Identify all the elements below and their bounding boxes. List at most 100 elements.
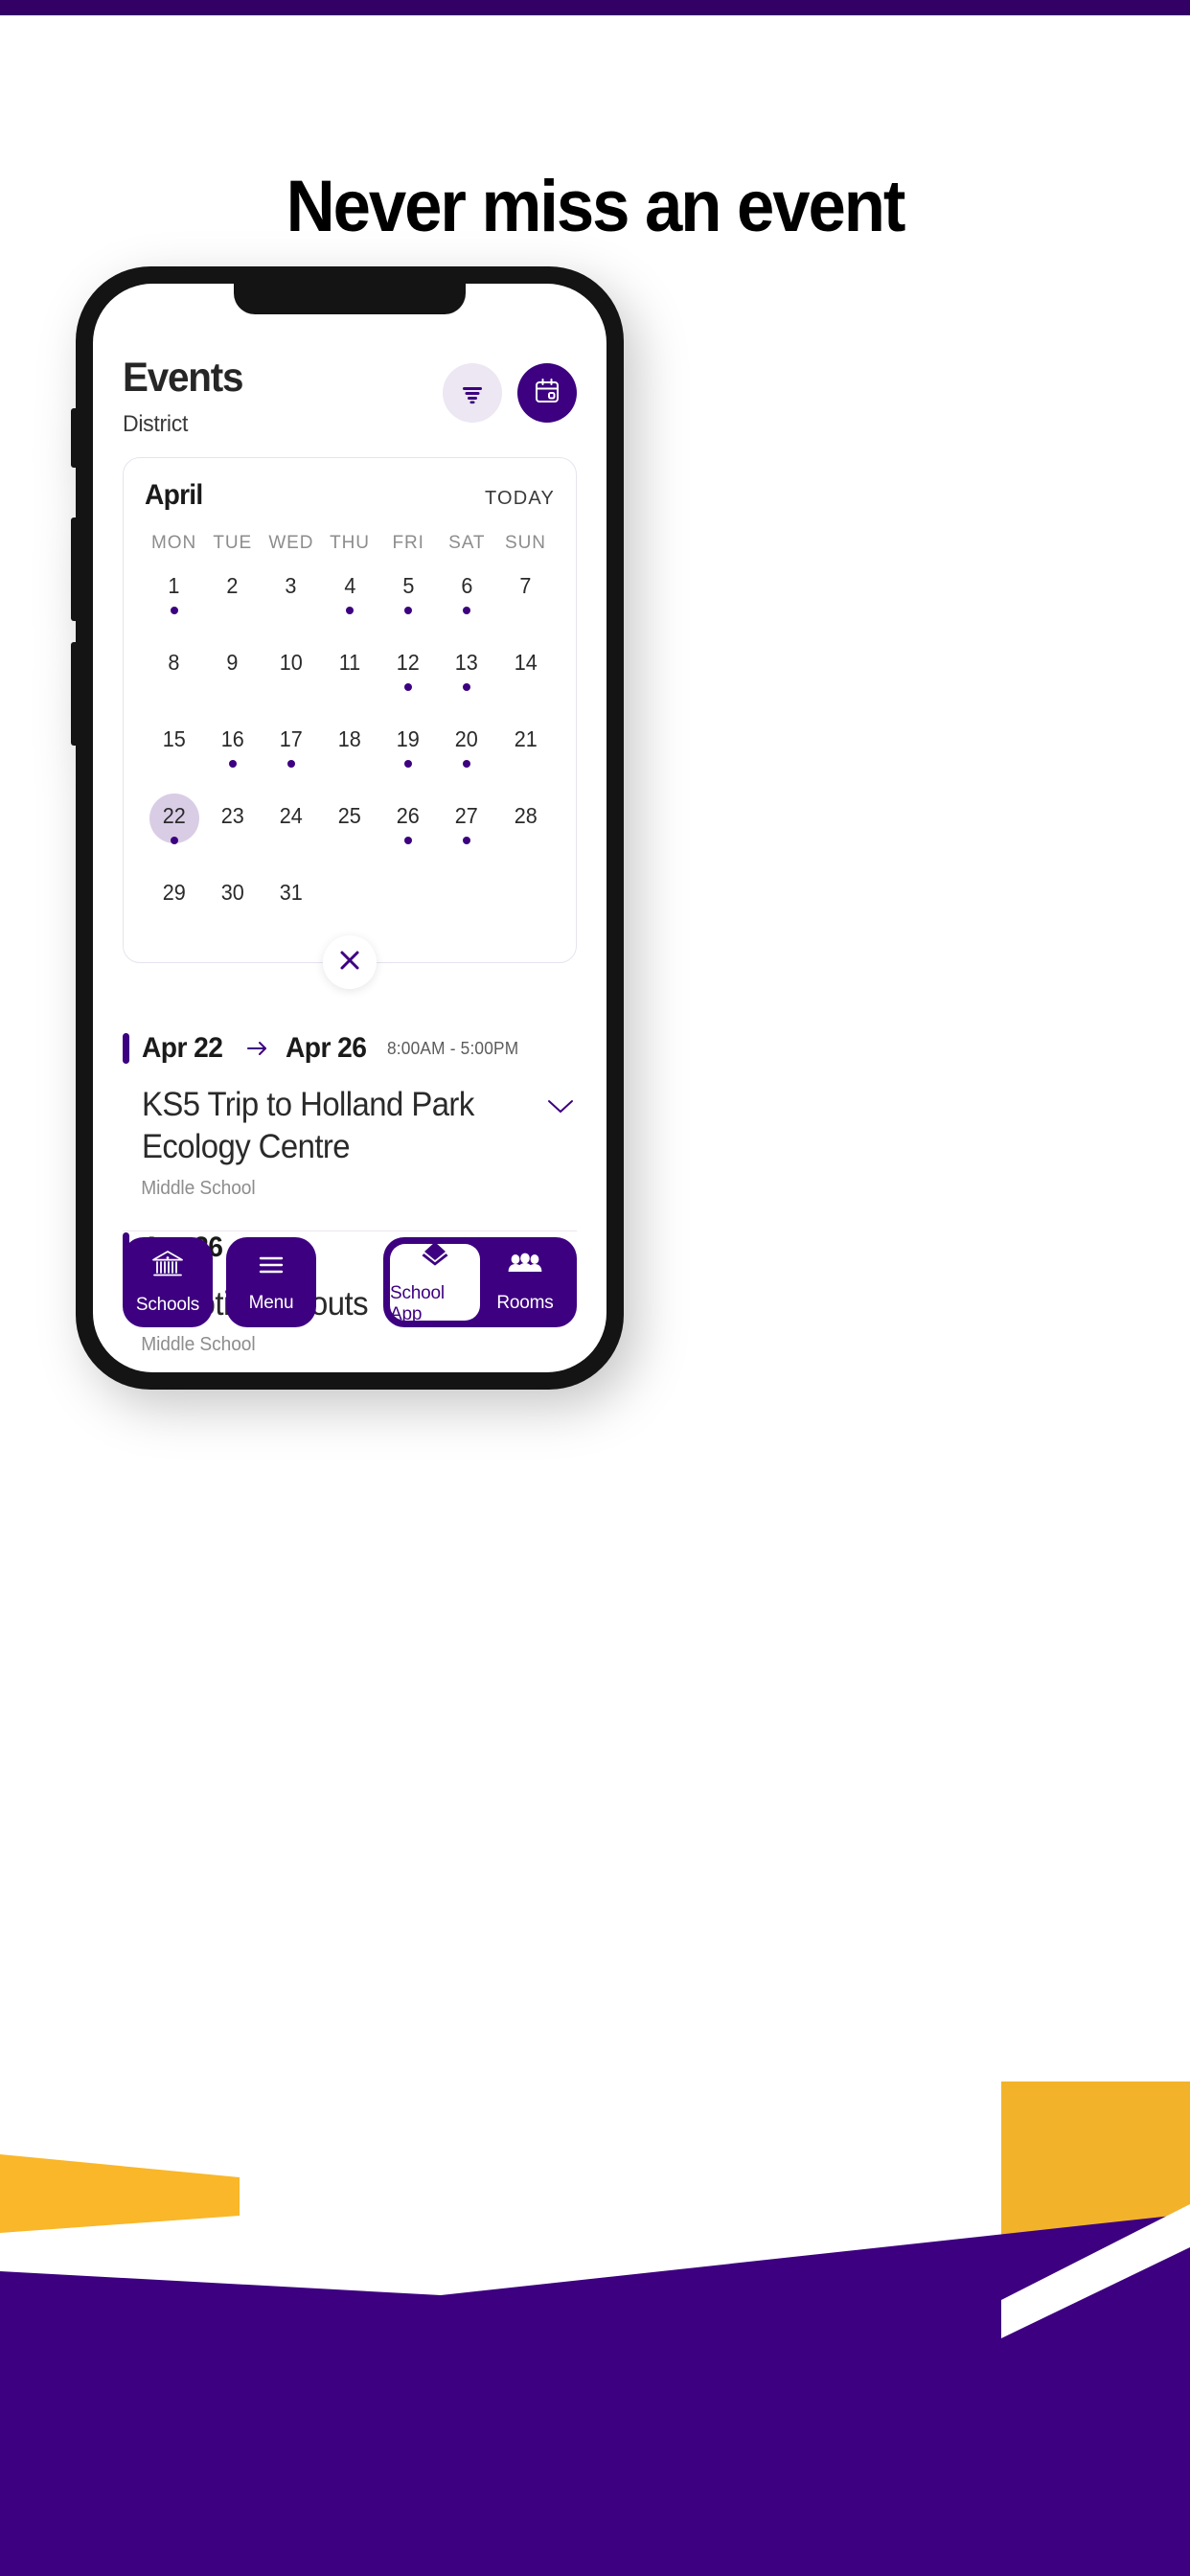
- calendar-day-number: 11: [338, 650, 361, 675]
- calendar-today-button[interactable]: TODAY: [485, 488, 555, 510]
- nav-tile-schools[interactable]: Schools: [123, 1237, 213, 1327]
- calendar-header: April TODAY: [145, 479, 555, 512]
- calendar-day-cell[interactable]: 24: [262, 799, 320, 861]
- bottom-navigation: Schools Menu School App Rooms: [123, 1237, 577, 1327]
- event-accent-bar: [123, 1033, 129, 1064]
- app-title-block: Events District: [123, 356, 250, 438]
- event-school-label: Middle School: [141, 1177, 256, 1199]
- calendar-day-cell[interactable]: 19: [379, 723, 438, 784]
- calendar-event-dot: [463, 683, 471, 691]
- event-date-start: Apr 22: [142, 1032, 223, 1064]
- calendar-day-cell[interactable]: 23: [203, 799, 262, 861]
- nav-left-group: Schools Menu: [123, 1237, 316, 1327]
- calendar-day-number: 12: [397, 650, 421, 675]
- purple-field-bottom: [0, 2214, 1190, 2576]
- calendar-day-empty: [438, 876, 496, 937]
- calendar-card: April TODAY MON TUE WED THU FRI SAT SUN …: [123, 457, 577, 989]
- calendar-day-cell[interactable]: 6: [438, 569, 496, 631]
- calendar-day-number: 15: [162, 726, 186, 751]
- chevron-down-icon[interactable]: [544, 1084, 577, 1121]
- filter-button[interactable]: [443, 363, 502, 423]
- calendar-day-cell[interactable]: 30: [203, 876, 262, 937]
- calendar-day-cell[interactable]: 15: [145, 723, 203, 784]
- calendar-day-cell[interactable]: 26: [379, 799, 438, 861]
- calendar-event-dot: [286, 760, 295, 768]
- calendar-day-cell[interactable]: 1: [145, 569, 203, 631]
- calendar-day-cell[interactable]: 16: [203, 723, 262, 784]
- calendar-day-cell[interactable]: 4: [320, 569, 378, 631]
- calendar-day-number: 26: [397, 803, 421, 828]
- calendar-day-cell[interactable]: 17: [262, 723, 320, 784]
- calendar-event-dot: [170, 607, 178, 614]
- calendar-day-cell[interactable]: 27: [438, 799, 496, 861]
- calendar-day-cell[interactable]: 14: [496, 646, 555, 707]
- calendar-close-button[interactable]: [323, 935, 377, 989]
- calendar-month-label: April: [145, 479, 203, 511]
- calendar-day-cell[interactable]: 7: [496, 569, 555, 631]
- calendar-day-cell[interactable]: 5: [379, 569, 438, 631]
- calendar-day-cell[interactable]: 2: [203, 569, 262, 631]
- calendar-day-cell[interactable]: 10: [262, 646, 320, 707]
- filter-icon: [458, 377, 487, 410]
- school-building-icon: [149, 1249, 186, 1286]
- calendar-day-cell[interactable]: 22: [145, 794, 203, 861]
- calendar-day-cell[interactable]: 18: [320, 723, 378, 784]
- weekday-label: SUN: [505, 533, 546, 553]
- calendar-event-dot: [463, 760, 471, 768]
- event-date-end: Apr 26: [285, 1032, 367, 1064]
- event-item[interactable]: Apr 22 Apr 26 8:00AM - 5:00PM KS5 Trip to H…: [123, 1032, 577, 1206]
- weekday-label: THU: [330, 533, 370, 553]
- calendar-day-cell[interactable]: 29: [145, 876, 203, 937]
- calendar-day-cell[interactable]: 20: [438, 723, 496, 784]
- hamburger-menu-icon: [255, 1251, 287, 1284]
- calendar-day-number: 20: [455, 726, 479, 751]
- weekday-label: WED: [268, 533, 314, 553]
- calendar-day-cell[interactable]: 9: [203, 646, 262, 707]
- calendar-day-number: 23: [220, 803, 244, 828]
- calendar-day-number: 19: [397, 726, 421, 751]
- calendar-day-number: 25: [337, 803, 362, 828]
- calendar-day-number: 4: [343, 573, 356, 598]
- nav-label-rooms: Rooms: [496, 1292, 554, 1313]
- calendar-day-cell[interactable]: 12: [379, 646, 438, 707]
- event-title: KS5 Trip to Holland Park Ecology Centre: [142, 1086, 474, 1166]
- calendar-day-number: 13: [455, 650, 479, 675]
- calendar-day-number: 16: [220, 726, 244, 751]
- phone-screen: Events District April TODAY MON TUE WED …: [93, 284, 606, 1372]
- calendar-day-cell[interactable]: 11: [320, 646, 378, 707]
- calendar-day-number: 30: [220, 880, 244, 905]
- nav-label-school-app: School App: [390, 1282, 445, 1324]
- calendar-event-dot: [463, 607, 471, 614]
- calendar-day-number: 6: [461, 573, 473, 598]
- calendar-event-dot: [170, 837, 178, 844]
- calendar-day-number: 7: [519, 573, 532, 598]
- calendar-day-cell[interactable]: 25: [320, 799, 378, 861]
- phone-notch: [234, 284, 466, 314]
- calendar-day-number: 2: [226, 573, 239, 598]
- calendar-week-row: 15 16 17 18 19 20 21: [145, 723, 555, 784]
- yellow-wedge-left: [0, 2154, 240, 2233]
- nav-tile-menu[interactable]: Menu: [226, 1237, 316, 1327]
- calendar-button[interactable]: [517, 363, 577, 423]
- calendar-day-cell[interactable]: 31: [262, 876, 320, 937]
- nav-right-group: School App Rooms: [383, 1237, 577, 1327]
- phone-mute-switch: [71, 408, 79, 468]
- nav-label-schools: Schools: [135, 1295, 200, 1315]
- event-school-label: Middle School: [141, 1334, 256, 1356]
- header-actions: [443, 356, 577, 423]
- nav-item-rooms[interactable]: Rooms: [480, 1244, 570, 1321]
- calendar-week-row: 1 2 3 4 5 6 7: [145, 569, 555, 631]
- calendar-event-dot: [404, 683, 413, 691]
- people-icon: [507, 1252, 543, 1285]
- calendar-day-cell[interactable]: 13: [438, 646, 496, 707]
- calendar-icon: [532, 376, 562, 411]
- calendar-event-dot: [345, 607, 354, 614]
- calendar-day-cell[interactable]: 28: [496, 799, 555, 861]
- calendar-day-cell[interactable]: 3: [262, 569, 320, 631]
- calendar-day-cell[interactable]: 21: [496, 723, 555, 784]
- calendar-day-number: 28: [514, 803, 538, 828]
- calendar-day-cell[interactable]: 8: [145, 646, 203, 707]
- calendar-weekday-row: MON TUE WED THU FRI SAT SUN: [145, 533, 555, 554]
- phone-volume-down-button: [71, 642, 79, 746]
- nav-item-school-app[interactable]: School App: [390, 1241, 480, 1324]
